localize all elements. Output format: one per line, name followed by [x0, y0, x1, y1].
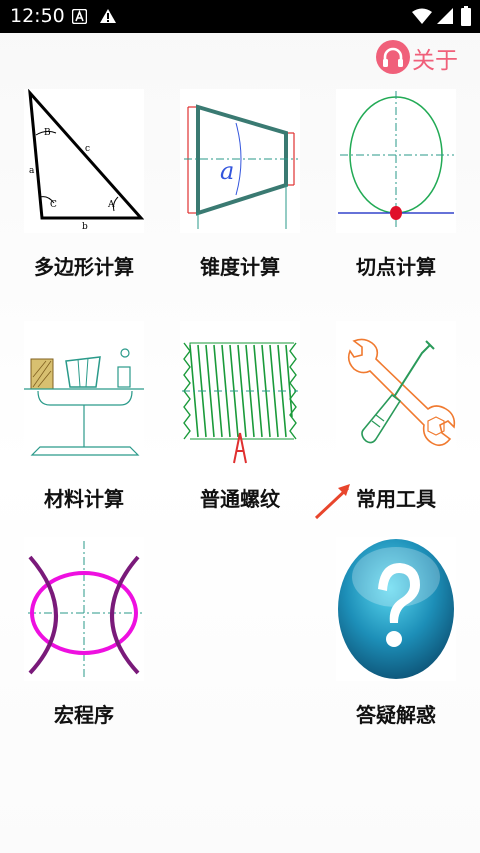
tile-polygon-calc[interactable]: B c a C A b 多边形计算: [0, 89, 160, 299]
tile-label: 材料计算: [44, 487, 124, 511]
tile-tangent-calc[interactable]: 切点计算: [312, 89, 472, 299]
tile-label: 切点计算: [356, 255, 436, 279]
wifi-icon: [412, 8, 432, 24]
tile-standard-thread[interactable]: 普通螺纹: [156, 321, 316, 531]
material-scale-icon: [24, 321, 144, 465]
svg-text:C: C: [50, 200, 57, 210]
notification-a-icon: [72, 9, 87, 24]
taper-diagram-icon: a: [180, 89, 300, 233]
svg-text:c: c: [85, 144, 90, 154]
svg-text:b: b: [82, 222, 88, 232]
status-bar: 12:50: [0, 0, 480, 33]
about-button[interactable]: 关于: [374, 38, 466, 78]
tangent-point-diagram-icon: [336, 89, 456, 233]
tile-label: 多边形计算: [34, 255, 134, 279]
svg-text:a: a: [29, 166, 35, 176]
macro-curve-diagram-icon: [24, 537, 144, 681]
status-time: 12:50: [10, 5, 65, 27]
battery-icon: [461, 6, 471, 26]
svg-text:B: B: [44, 128, 51, 138]
svg-text:A: A: [107, 200, 115, 210]
question-mark-icon: [336, 537, 456, 681]
red-arrow-annotation: [314, 484, 350, 520]
about-label: 关于: [412, 48, 458, 74]
tile-label: 锥度计算: [200, 255, 280, 279]
tile-label: 答疑解惑: [356, 703, 436, 727]
headphones-icon: [376, 40, 410, 74]
wrench-screwdriver-icon: [336, 321, 456, 465]
tile-label: 宏程序: [54, 703, 114, 727]
svg-text:a: a: [220, 157, 234, 185]
tile-taper-calc[interactable]: a 锥度计算: [156, 89, 316, 299]
tile-macro-program[interactable]: 宏程序: [0, 537, 160, 747]
tile-faq[interactable]: 答疑解惑: [312, 537, 472, 747]
signal-icon: [437, 8, 453, 24]
warning-icon: [100, 9, 116, 23]
triangle-diagram-icon: B c a C A b: [24, 89, 144, 233]
tile-material-calc[interactable]: 材料计算: [0, 321, 160, 531]
thread-diagram-icon: [180, 321, 300, 465]
tile-label: 普通螺纹: [200, 487, 280, 511]
